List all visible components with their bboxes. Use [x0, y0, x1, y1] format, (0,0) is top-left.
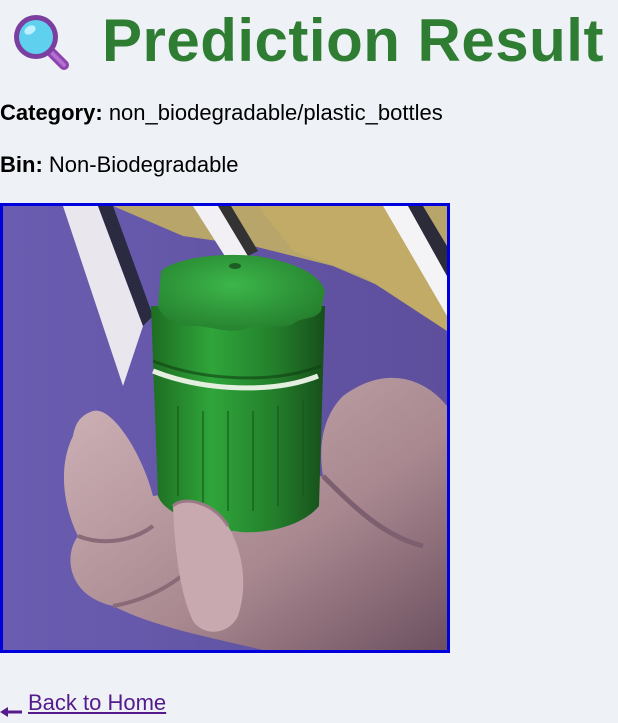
- category-line: Category: non_biodegradable/plastic_bott…: [0, 100, 443, 126]
- back-to-home-link[interactable]: Back to Home: [0, 690, 167, 718]
- bin-value: Non-Biodegradable: [48, 152, 239, 177]
- magnifying-glass-icon: [8, 9, 72, 73]
- bin-label: Bin:: [0, 152, 43, 177]
- bin-line: Bin: Non-Biodegradable: [0, 152, 238, 178]
- page-title: Prediction Result: [102, 7, 604, 74]
- left-arrow-icon: [0, 697, 22, 718]
- back-link-label: Back to Home: [28, 690, 167, 715]
- bottle-cap-photo: [3, 206, 447, 650]
- uploaded-image: [0, 203, 450, 653]
- category-label: Category:: [0, 100, 103, 125]
- category-value: non_biodegradable/plastic_bottles: [108, 100, 443, 125]
- prediction-page: Prediction Result Category: non_biodegra…: [0, 0, 618, 723]
- page-header: Prediction Result: [8, 0, 604, 82]
